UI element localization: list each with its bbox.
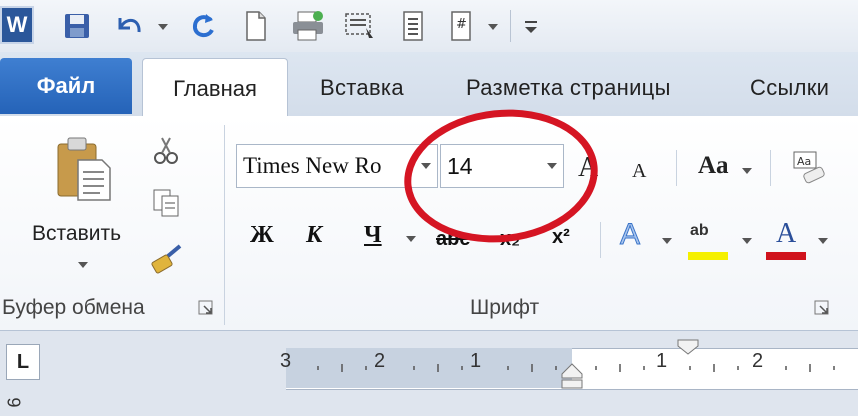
paste-clipboard-icon[interactable]	[52, 134, 116, 214]
toolbar-separator	[510, 10, 511, 42]
customize-dropdown-icon[interactable]	[488, 24, 498, 30]
font-separator-2	[770, 150, 771, 186]
group-separator	[224, 125, 225, 325]
tab-page-layout[interactable]: Разметка страницы	[466, 58, 671, 116]
font-name-combobox[interactable]: Times New Ro	[236, 144, 438, 188]
quick-print-icon[interactable]	[290, 8, 328, 44]
text-effects-icon[interactable]: A	[619, 218, 640, 252]
clipboard-dialog-launcher-icon[interactable]	[198, 300, 214, 316]
strikethrough-button[interactable]: abe	[436, 228, 470, 251]
tab-home[interactable]: Главная	[142, 58, 288, 118]
ribbon-tab-bar: Файл Главная Вставка Разметка страницы С…	[0, 52, 858, 118]
highlight-icon[interactable]: ab	[690, 222, 709, 240]
vertical-ruler-number: 6	[4, 397, 25, 408]
undo-dropdown-icon[interactable]	[158, 24, 168, 30]
numbering-document-icon[interactable]: #	[446, 8, 476, 44]
customize-toolbar-icon[interactable]	[520, 8, 542, 44]
highlight-dropdown-icon[interactable]	[742, 238, 752, 244]
ruler-number: 2	[374, 350, 386, 372]
copy-icon[interactable]	[150, 186, 184, 218]
highlight-color-bar	[688, 252, 728, 260]
svg-text:Aa: Aa	[797, 155, 811, 168]
grow-font-icon[interactable]: A	[578, 152, 598, 184]
underline-dropdown-icon[interactable]	[406, 236, 416, 242]
font-separator	[676, 150, 677, 186]
tab-insert[interactable]: Вставка	[320, 58, 404, 116]
clipboard-group-label: Буфер обмена	[2, 296, 145, 319]
font-name-value: Times New Ro	[243, 153, 382, 178]
ruler-number: 3	[280, 350, 292, 372]
tab-selector-button[interactable]: L	[6, 344, 40, 380]
redo-icon[interactable]	[186, 8, 220, 44]
font-color-dropdown-icon[interactable]	[818, 238, 828, 244]
left-indent-marker[interactable]	[560, 360, 584, 390]
ruler-number: 1	[470, 350, 482, 372]
document-lines-icon[interactable]	[398, 8, 428, 44]
new-document-icon[interactable]	[240, 8, 270, 44]
paste-button[interactable]: Вставить	[32, 222, 121, 246]
font-size-value: 14	[447, 153, 473, 179]
ruler-number: 2	[752, 350, 764, 372]
ruler-number: 1	[656, 350, 668, 372]
save-icon[interactable]	[60, 8, 94, 44]
font-size-combobox[interactable]: 14	[440, 144, 564, 188]
font-dialog-launcher-icon[interactable]	[814, 300, 830, 316]
tab-file[interactable]: Файл	[0, 58, 132, 114]
underline-button[interactable]: Ч	[364, 222, 382, 249]
svg-text:#: #	[456, 17, 467, 32]
font-group-label: Шрифт	[470, 296, 540, 319]
undo-icon[interactable]	[112, 8, 146, 44]
font-size-dropdown-icon[interactable]	[547, 163, 557, 169]
word-logo-icon[interactable]: W	[0, 6, 34, 44]
italic-button[interactable]: К	[306, 222, 322, 249]
shrink-font-icon[interactable]: A	[632, 160, 646, 183]
change-case-icon[interactable]: Aa	[698, 152, 729, 180]
subscript-button[interactable]: x₂	[500, 228, 520, 251]
tab-references[interactable]: Ссылки	[750, 58, 829, 116]
first-line-indent-marker[interactable]	[676, 338, 700, 356]
superscript-button[interactable]: x²	[552, 226, 570, 249]
clear-formatting-icon[interactable]: Aa	[790, 150, 830, 186]
bold-button[interactable]: Ж	[250, 222, 274, 249]
font-name-dropdown-icon[interactable]	[421, 163, 431, 169]
print-preview-icon[interactable]	[342, 8, 378, 44]
font-color-icon[interactable]: A	[776, 218, 796, 250]
paste-dropdown-icon[interactable]	[78, 262, 88, 268]
font-separator-3	[600, 222, 601, 258]
format-painter-icon[interactable]	[150, 242, 186, 276]
text-effects-dropdown-icon[interactable]	[662, 238, 672, 244]
font-color-bar	[766, 252, 806, 260]
quick-access-toolbar: W #	[0, 0, 858, 52]
cut-scissors-icon[interactable]	[150, 134, 182, 166]
change-case-dropdown-icon[interactable]	[742, 168, 752, 174]
